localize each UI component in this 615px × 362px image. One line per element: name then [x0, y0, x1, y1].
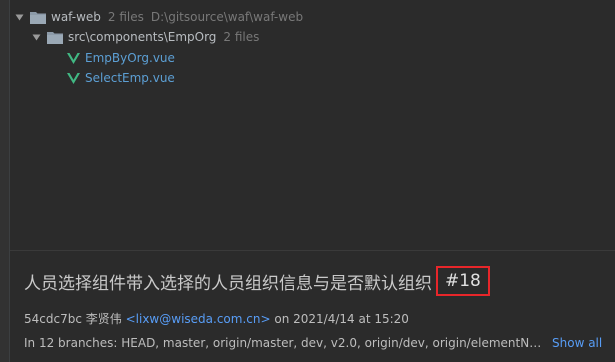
commit-author: 李贤伟: [85, 312, 122, 326]
root-path: D:\gitsource\waf\waf-web: [150, 10, 304, 24]
commit-date-prefix: on: [274, 312, 290, 326]
tree-root-row[interactable]: waf-web 2 files D:\gitsource\waf\waf-web: [14, 7, 303, 27]
root-folder-name: waf-web: [51, 10, 101, 24]
commit-details-panel: waf-web 2 files D:\gitsource\waf\waf-web…: [0, 0, 615, 362]
folder-name: src\components\EmpOrg: [68, 30, 217, 44]
tree-folder-row[interactable]: src\components\EmpOrg 2 files: [31, 27, 259, 47]
branches-line: In 12 branches: HEAD, master, origin/mas…: [24, 336, 614, 350]
folder-icon: [30, 11, 46, 24]
show-all-branches-link[interactable]: Show all: [552, 336, 602, 350]
vue-file-icon: [67, 72, 80, 84]
folder-file-count: 2 files: [223, 30, 260, 44]
commit-title: 人员选择组件带入选择的人员组织信息与是否默认组织 #18: [24, 266, 490, 296]
commit-info-line: 54cdc7bc 李贤伟 <lixw@wiseda.com.cn> on 202…: [24, 310, 409, 327]
root-file-count: 2 files: [107, 10, 144, 24]
left-gutter: [0, 0, 10, 362]
expand-arrow-icon[interactable]: [14, 12, 24, 22]
branches-list: In 12 branches: HEAD, master, origin/mas…: [24, 336, 546, 350]
author-email-link[interactable]: <lixw@wiseda.com.cn>: [126, 312, 271, 326]
file-name: EmpByOrg.vue: [85, 51, 175, 65]
tree-file-row[interactable]: EmpByOrg.vue: [67, 48, 175, 68]
commit-message: 人员选择组件带入选择的人员组织信息与是否默认组织: [24, 273, 432, 294]
commit-hash[interactable]: 54cdc7bc: [24, 312, 82, 326]
changed-files-tree: waf-web 2 files D:\gitsource\waf\waf-web…: [10, 0, 615, 250]
expand-arrow-icon[interactable]: [31, 32, 41, 42]
vue-file-icon: [67, 52, 80, 64]
panel-divider[interactable]: [10, 250, 615, 251]
tree-file-row[interactable]: SelectEmp.vue: [67, 68, 175, 88]
issue-reference-link[interactable]: #18: [436, 266, 490, 296]
commit-date: 2021/4/14 at 15:20: [293, 312, 409, 326]
file-name: SelectEmp.vue: [85, 71, 175, 85]
folder-icon: [47, 31, 63, 44]
